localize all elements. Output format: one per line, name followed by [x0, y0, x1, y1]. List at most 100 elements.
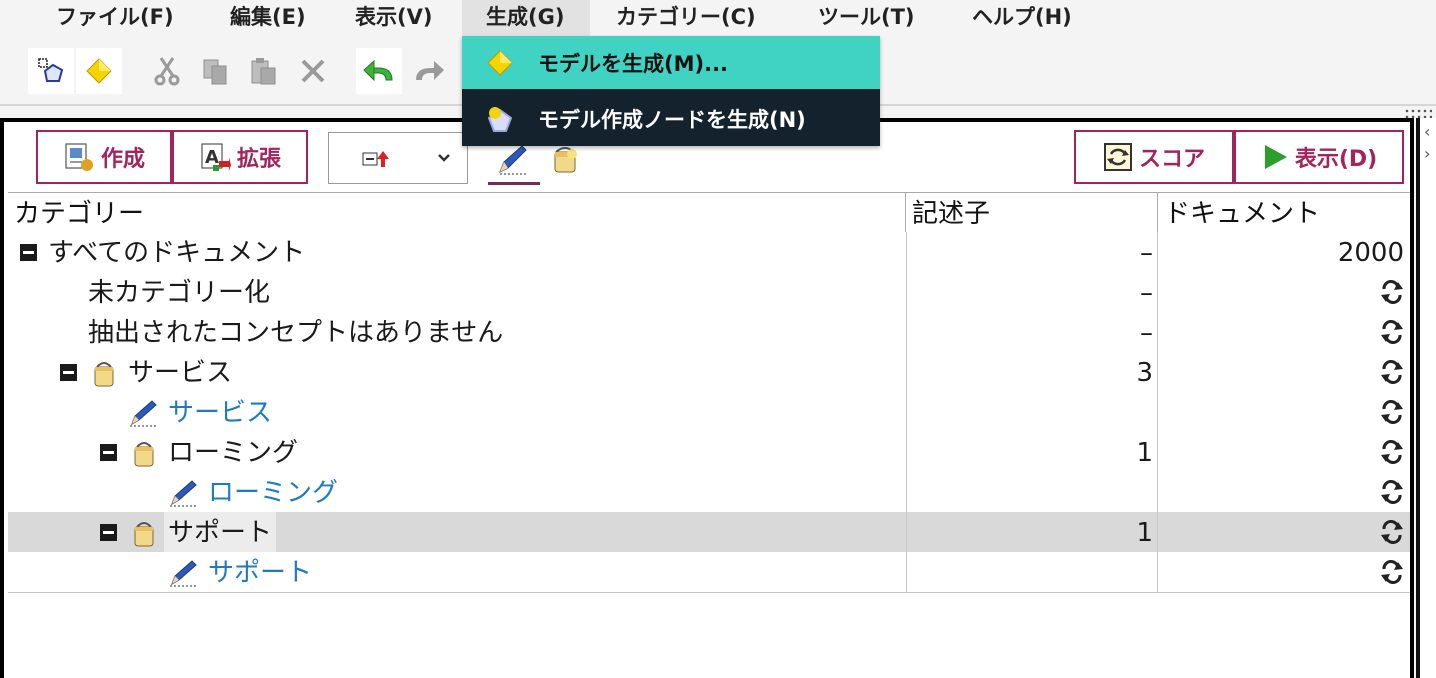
create-categories-icon	[65, 143, 93, 171]
pencil-icon	[170, 560, 198, 587]
diamond-icon	[86, 58, 112, 84]
score-icon	[1103, 143, 1132, 171]
table-row[interactable]: サービス 3	[8, 352, 1410, 393]
collapse-toggle-icon[interactable]	[100, 524, 117, 541]
descriptors-cell: 3	[906, 352, 1158, 392]
table-row[interactable]: ローミング	[8, 472, 1410, 513]
descriptors-cell	[906, 392, 1158, 432]
table-row[interactable]: 抽出されたコンセプトはありません –	[8, 312, 1410, 353]
table-row[interactable]: すべてのドキュメント – 2000	[8, 232, 1410, 273]
collapse-toggle-icon[interactable]	[20, 244, 37, 261]
menu-bar: ファイル(F) 編集(E) 表示(V) 生成(G) カテゴリー(C) ツール(T…	[0, 0, 1436, 38]
play-icon	[1264, 145, 1287, 169]
extend-categories-icon: A	[201, 143, 231, 171]
sort-combo[interactable]	[328, 132, 468, 184]
refresh-icon[interactable]	[1380, 519, 1404, 545]
select-tool-button[interactable]	[28, 48, 74, 94]
category-cell: ローミング	[8, 472, 907, 512]
menu-generate[interactable]: 生成(G)	[462, 0, 590, 36]
scissors-icon	[154, 57, 180, 86]
collapse-toggle-icon[interactable]	[100, 444, 117, 461]
descriptors-cell: –	[906, 232, 1158, 272]
column-header-descriptors[interactable]: 記述子	[906, 193, 1158, 233]
descriptor-label: サポート	[208, 558, 313, 588]
table-row[interactable]: 未カテゴリー化 –	[8, 272, 1410, 313]
refresh-icon[interactable]	[1380, 279, 1404, 305]
sort-icon	[362, 151, 389, 167]
column-header-documents[interactable]: ドキュメント	[1158, 193, 1408, 233]
display-button[interactable]: 表示(D)	[1234, 130, 1404, 184]
undo-button[interactable]	[356, 48, 402, 94]
delete-button[interactable]	[290, 48, 336, 94]
category-cell: サポート	[8, 512, 907, 552]
pentagon-select-icon	[38, 58, 64, 82]
refresh-icon[interactable]	[1380, 399, 1404, 425]
copy-button[interactable]	[192, 48, 238, 94]
diamond-tool-button[interactable]	[76, 48, 122, 94]
refresh-icon[interactable]	[1380, 359, 1404, 385]
category-cell: サービス	[8, 352, 907, 392]
table-row[interactable]: ローミング 1	[8, 432, 1410, 473]
category-label: 抽出されたコンセプトはありません	[88, 318, 504, 348]
close-icon	[301, 59, 325, 83]
table-row-selected[interactable]: サポート 1	[8, 512, 1410, 553]
right-dock-strip: ‹ ›	[1416, 118, 1436, 678]
table-header: カテゴリー 記述子 ドキュメント	[8, 192, 1410, 234]
menu-tools[interactable]: ツール(T)	[818, 0, 915, 36]
category-label: サポート	[164, 512, 277, 552]
category-cell: 未カテゴリー化	[8, 272, 907, 312]
menu-help[interactable]: ヘルプ(H)	[972, 0, 1072, 36]
undo-icon	[363, 59, 393, 82]
redo-icon	[416, 61, 444, 80]
descriptors-cell: 1	[906, 512, 1158, 552]
refresh-icon[interactable]	[1380, 439, 1404, 465]
descriptors-cell	[906, 472, 1158, 512]
model-node-icon	[462, 103, 538, 135]
menu-file[interactable]: ファイル(F)	[56, 0, 174, 36]
descriptors-cell: 1	[906, 432, 1158, 472]
documents-cell	[1158, 352, 1408, 392]
category-bucket-icon	[94, 362, 114, 387]
documents-cell	[1158, 312, 1408, 352]
descriptor-label: ローミング	[208, 478, 339, 508]
refresh-icon[interactable]	[1380, 559, 1404, 585]
generate-model-item[interactable]: モデルを生成(M)...	[462, 36, 880, 89]
descriptors-cell	[906, 552, 1158, 592]
score-button-label: スコア	[1138, 147, 1205, 172]
refresh-icon[interactable]	[1380, 319, 1404, 345]
redo-button[interactable]	[406, 48, 452, 94]
category-tool-button[interactable]	[548, 142, 588, 182]
generate-menu-dropdown: モデルを生成(M)... モデル作成ノードを生成(N)	[462, 36, 880, 146]
refresh-icon[interactable]	[1380, 479, 1404, 505]
paste-icon	[251, 58, 276, 85]
column-header-category[interactable]: カテゴリー	[8, 193, 906, 233]
paste-button[interactable]	[240, 48, 286, 94]
create-button[interactable]: 作成	[36, 130, 172, 184]
collapse-toggle-icon[interactable]	[60, 364, 77, 381]
chevron-left-icon[interactable]: ‹	[1424, 124, 1430, 140]
descriptor-label: サービス	[168, 398, 273, 428]
extend-button[interactable]: A 拡張	[172, 130, 308, 184]
dock-divider	[1416, 118, 1420, 678]
chevron-right-icon[interactable]: ›	[1424, 146, 1430, 162]
category-cell: サービス	[8, 392, 907, 432]
category-label: ローミング	[168, 438, 299, 468]
table-row[interactable]: サポート	[8, 552, 1410, 593]
menu-view[interactable]: 表示(V)	[355, 0, 432, 36]
copy-icon	[203, 59, 227, 85]
sort-combo-arrow[interactable]	[421, 133, 467, 183]
category-cell: ローミング	[8, 432, 907, 472]
descriptors-cell: –	[906, 272, 1158, 312]
table-row[interactable]: サービス	[8, 392, 1410, 433]
cut-button[interactable]	[144, 48, 190, 94]
create-button-label: 作成	[100, 147, 145, 172]
generate-model-node-label: モデル作成ノードを生成(N)	[538, 107, 806, 132]
documents-cell	[1158, 272, 1408, 312]
score-button[interactable]: スコア	[1074, 130, 1234, 184]
category-bucket-icon	[554, 147, 577, 173]
toolbar-grip[interactable]	[1404, 108, 1432, 118]
generate-model-label: モデルを生成(M)...	[538, 51, 729, 76]
generate-model-node-item[interactable]: モデル作成ノードを生成(N)	[462, 92, 880, 145]
menu-categories[interactable]: カテゴリー(C)	[616, 0, 756, 36]
menu-edit[interactable]: 編集(E)	[230, 0, 306, 36]
